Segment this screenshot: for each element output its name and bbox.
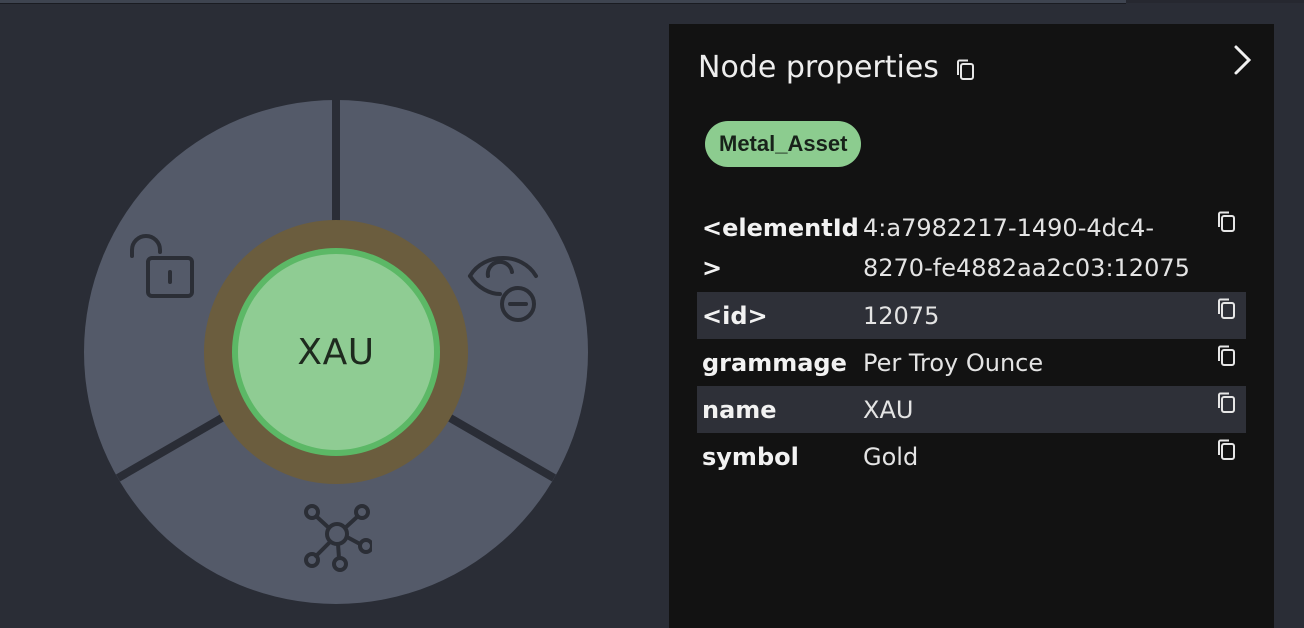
node-radial-menu: XAU [84,100,588,604]
property-key: name [702,395,777,424]
property-row-symbol: symbol Gold [697,433,1246,480]
property-key: symbol [702,442,799,471]
panel-title: Node properties [698,50,939,85]
property-row-name: name XAU [697,386,1246,433]
property-value: Gold [863,442,919,471]
chevron-right-icon[interactable] [1231,44,1253,76]
node-caption: XAU [297,332,375,373]
copy-icon[interactable] [1216,298,1236,324]
property-value: XAU [863,395,914,424]
copy-icon[interactable] [1216,345,1236,371]
property-key: <elementId> [702,214,859,282]
property-value: Per Troy Ounce [863,348,1044,377]
property-row-elementid: <elementId> 4:a7982217-1490-4dc4-8270-fe… [697,205,1246,288]
label-chip-metal-asset[interactable]: Metal_Asset [705,121,862,167]
top-bar [0,0,1126,4]
copy-icon[interactable] [1216,211,1236,237]
copy-icon[interactable] [1216,392,1236,418]
property-row-id: <id> 12075 [697,292,1246,339]
node-properties-panel: Node properties Metal_Asset <elementId> … [669,24,1274,628]
top-bar-right [1126,0,1304,3]
copy-icon[interactable] [1216,439,1236,465]
property-key: grammage [702,348,847,377]
property-value: 12075 [863,301,940,330]
property-row-grammage: grammage Per Troy Ounce [697,339,1246,386]
properties-table: <elementId> 4:a7982217-1490-4dc4-8270-fe… [697,205,1246,480]
copy-icon[interactable] [955,59,975,85]
property-key: <id> [702,301,768,330]
property-value: 4:a7982217-1490-4dc4-8270-fe4882aa2c03:1… [863,214,1190,282]
